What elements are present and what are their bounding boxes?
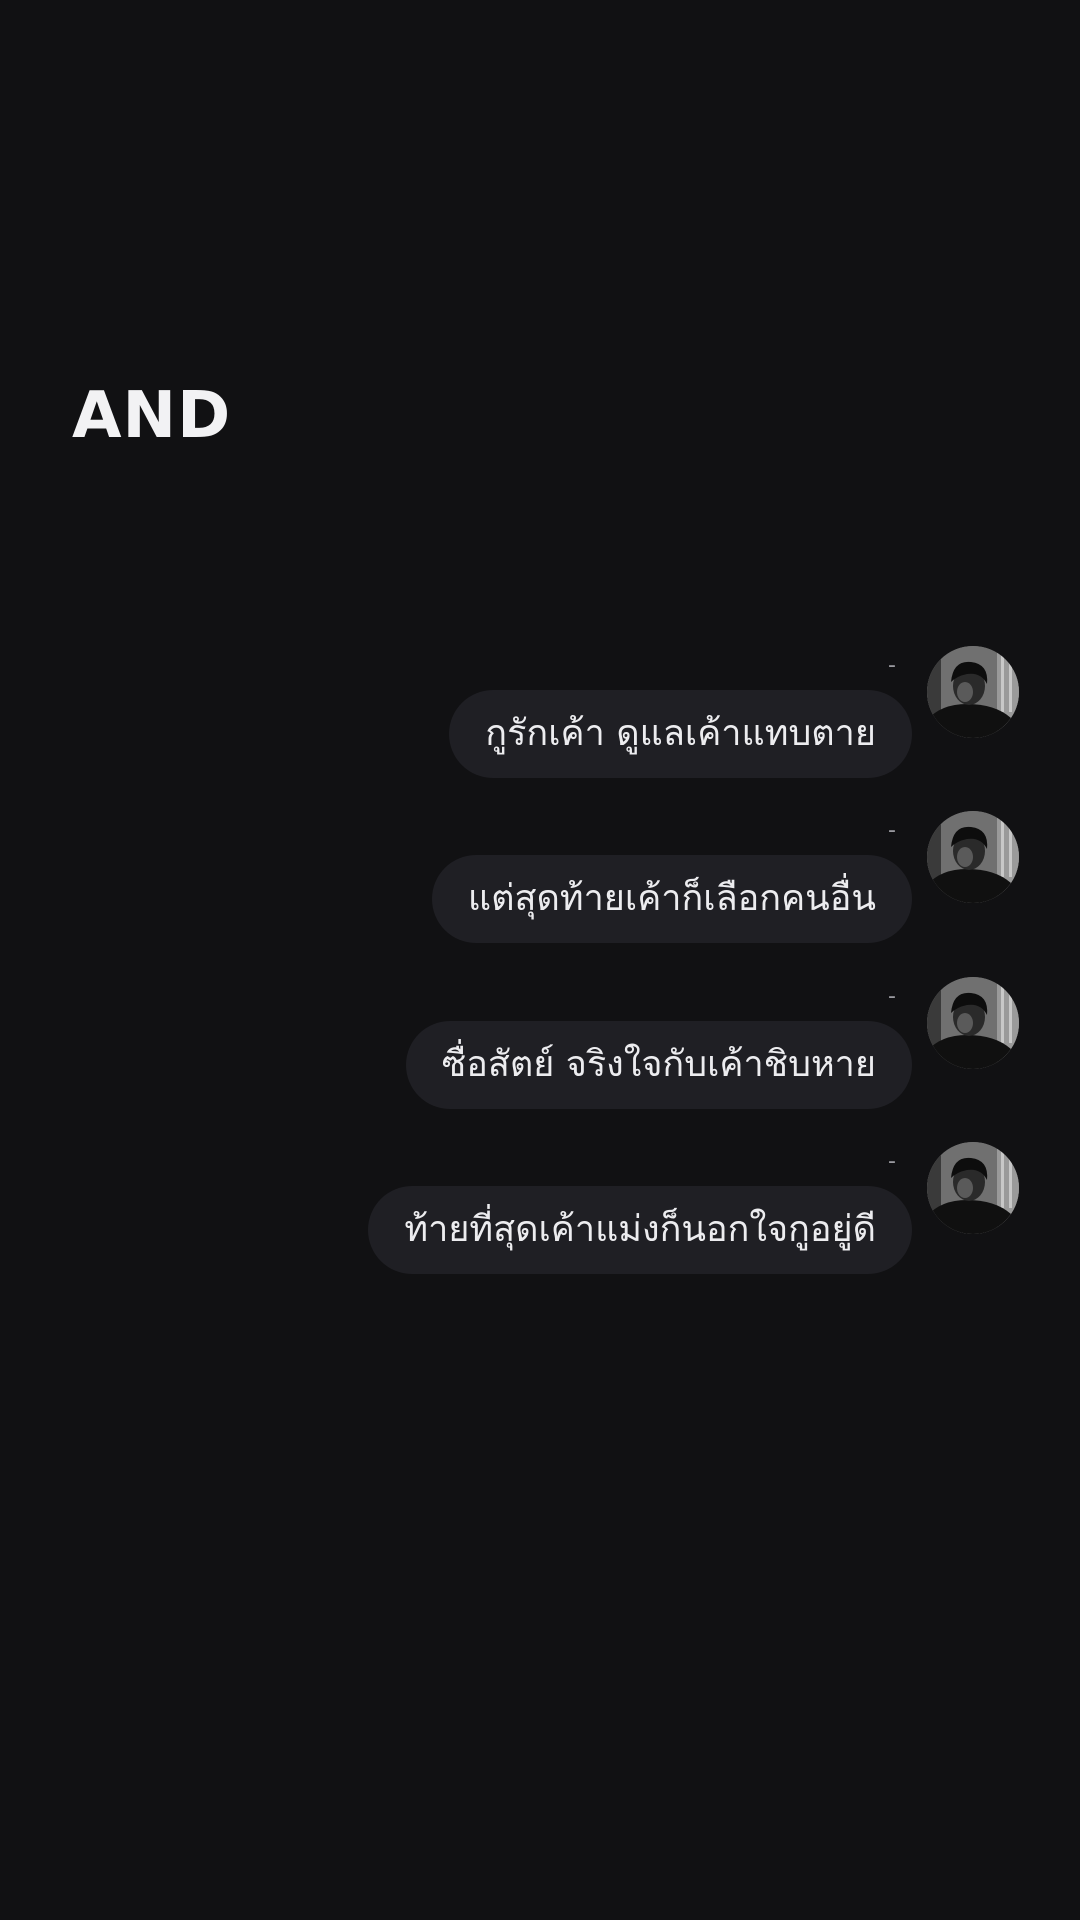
sender-name: - — [888, 1149, 896, 1174]
profile-photo-icon — [927, 811, 1019, 903]
sender-name: - — [888, 984, 896, 1009]
message-row: - แต่สุดท้ายเค้าก็เลือกคนอื่น — [0, 811, 1080, 943]
story-screen: AND - กูรักเค้า ดูแลเค้าแทบตาย - แต่สุดท… — [0, 0, 1080, 1920]
message-row: - กูรักเค้า ดูแลเค้าแทบตาย — [0, 646, 1080, 778]
message-bubble[interactable]: ท้ายที่สุดเค้าแม่งก็นอกใจกูอยู่ดี — [368, 1186, 912, 1274]
message-row: - ซื่อสัตย์ จริงใจกับเค้าชิบหาย — [0, 977, 1080, 1109]
message-bubble[interactable]: แต่สุดท้ายเค้าก็เลือกคนอื่น — [431, 855, 912, 943]
avatar[interactable] — [927, 646, 1019, 738]
message-bubble[interactable]: กูรักเค้า ดูแลเค้าแทบตาย — [449, 690, 912, 778]
avatar[interactable] — [927, 977, 1019, 1069]
profile-photo-icon — [927, 1142, 1019, 1234]
sender-name: - — [888, 653, 896, 678]
profile-photo-icon — [927, 977, 1019, 1069]
profile-photo-icon — [927, 646, 1019, 738]
avatar[interactable] — [927, 811, 1019, 903]
sender-name: - — [888, 818, 896, 843]
avatar[interactable] — [927, 1142, 1019, 1234]
page-title: AND — [72, 379, 232, 453]
message-bubble[interactable]: ซื่อสัตย์ จริงใจกับเค้าชิบหาย — [405, 1021, 912, 1109]
message-row: - ท้ายที่สุดเค้าแม่งก็นอกใจกูอยู่ดี — [0, 1142, 1080, 1274]
